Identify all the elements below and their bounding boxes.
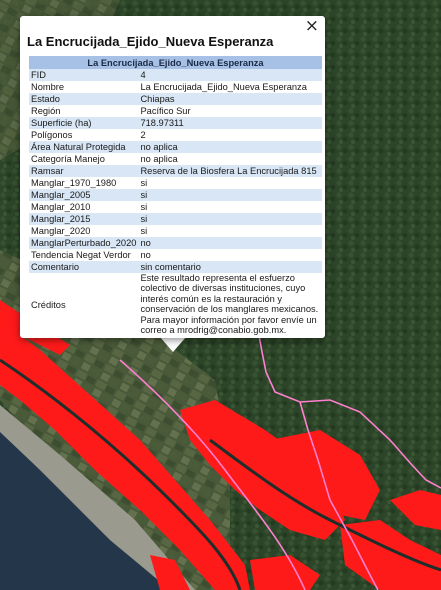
attribute-key: Superficie (ha) (29, 117, 139, 129)
popup-title: La Encrucijada_Ejido_Nueva Esperanza (27, 34, 274, 49)
close-icon[interactable]: × (305, 17, 319, 35)
table-row: Tendencia Negat Verdor no (29, 249, 322, 261)
attribute-key: Área Natural Protegida (29, 141, 139, 153)
table-row: Comentario sin comentario (29, 261, 322, 273)
attribute-value: si (138, 177, 322, 189)
attribute-value: si (138, 189, 322, 201)
attribute-value: Este resultado representa el esfuerzo co… (138, 273, 322, 337)
attribute-value: no (138, 249, 322, 261)
attribute-value: 4 (138, 69, 322, 81)
attribute-key: Comentario (29, 261, 139, 273)
table-row: ManglarPerturbado_2020 no (29, 237, 322, 249)
table-row: Ramsar Reserva de la Biosfera La Encrucij… (29, 165, 322, 177)
attribute-value: no aplica (138, 153, 322, 165)
attribute-value: Chiapas (138, 93, 322, 105)
table-row: Manglar_2015 si (29, 213, 322, 225)
attribute-value: sin comentario (138, 261, 322, 273)
table-row: Región Pacífico Sur (29, 105, 322, 117)
popup-pointer (160, 337, 186, 352)
attribute-key: Manglar_1970_1980 (29, 177, 139, 189)
attribute-key: Manglar_2010 (29, 201, 139, 213)
attribute-table-header: La Encrucijada_Ejido_Nueva Esperanza (29, 56, 322, 69)
attribute-key: Polígonos (29, 129, 139, 141)
attribute-value: Reserva de la Biosfera La Encrucijada 81… (138, 165, 322, 177)
attribute-key: Manglar_2015 (29, 213, 139, 225)
attribute-key: FID (29, 69, 139, 81)
attribute-key: Región (29, 105, 139, 117)
table-row: Categoría Manejo no aplica (29, 153, 322, 165)
attribute-key: Manglar_2020 (29, 225, 139, 237)
attribute-key: Manglar_2005 (29, 189, 139, 201)
attribute-key: Nombre (29, 81, 139, 93)
attribute-key: Categoría Manejo (29, 153, 139, 165)
table-row: Superficie (ha) 718.97311 (29, 117, 322, 129)
attribute-value: si (138, 213, 322, 225)
attribute-value: Pacífico Sur (138, 105, 322, 117)
table-row: Créditos Este resultado representa el esf… (29, 273, 322, 337)
table-row: Nombre La Encrucijada_Ejido_Nueva Esperan… (29, 81, 322, 93)
attribute-value: 718.97311 (138, 117, 322, 129)
attribute-table: La Encrucijada_Ejido_Nueva Esperanza FID… (29, 56, 322, 337)
attribute-value: 2 (138, 129, 322, 141)
table-row: Manglar_2020 si (29, 225, 322, 237)
table-row: Manglar_2010 si (29, 201, 322, 213)
attribute-key: Ramsar (29, 165, 139, 177)
attribute-key: Tendencia Negat Verdor (29, 249, 139, 261)
attribute-key: Créditos (29, 273, 139, 337)
table-row: FID 4 (29, 69, 322, 81)
attribute-key: Estado (29, 93, 139, 105)
attribute-value: no (138, 237, 322, 249)
table-row: Área Natural Protegida no aplica (29, 141, 322, 153)
attribute-value: si (138, 225, 322, 237)
attribute-key: ManglarPerturbado_2020 (29, 237, 139, 249)
table-row: Manglar_2005 si (29, 189, 322, 201)
table-row: Manglar_1970_1980 si (29, 177, 322, 189)
feature-info-popup: × La Encrucijada_Ejido_Nueva Esperanza L… (20, 16, 325, 338)
attribute-value: La Encrucijada_Ejido_Nueva Esperanza (138, 81, 322, 93)
table-row: Polígonos 2 (29, 129, 322, 141)
attribute-value: si (138, 201, 322, 213)
table-row: Estado Chiapas (29, 93, 322, 105)
attribute-value: no aplica (138, 141, 322, 153)
